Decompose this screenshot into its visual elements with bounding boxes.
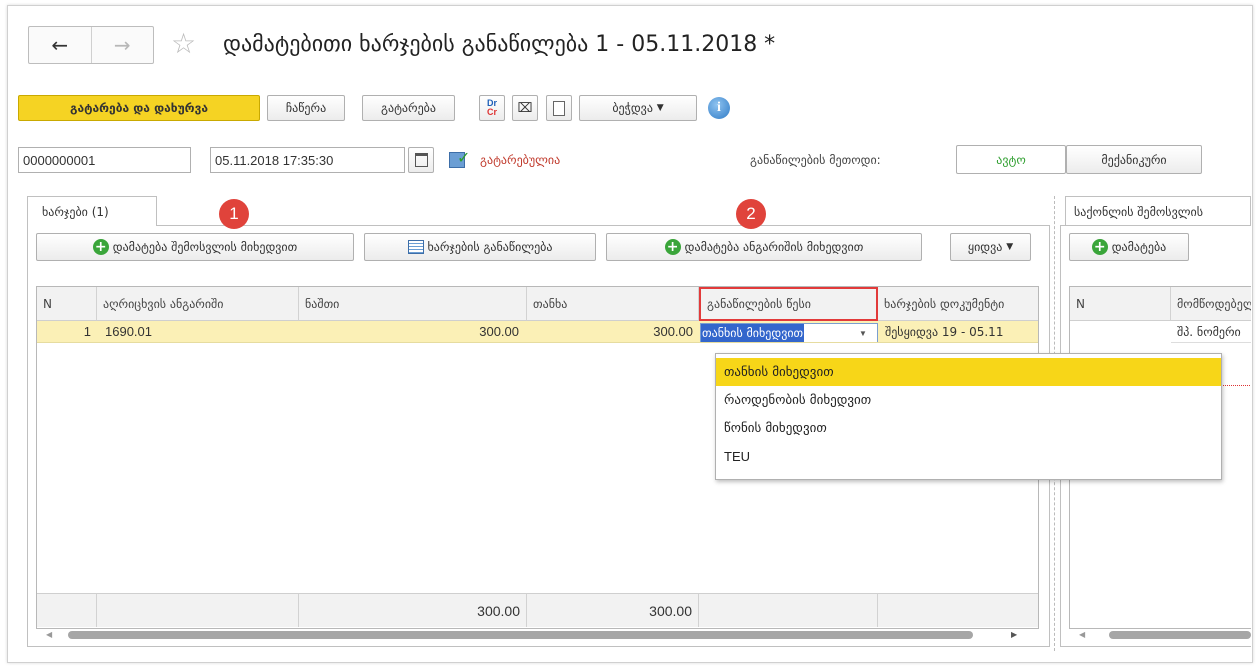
chevron-down-icon: ▼ (656, 103, 664, 113)
dropdown-option-by-amount[interactable]: თანხის მიხედვით (716, 358, 1221, 386)
row-cost-document: შესყიდვა 19 - 05.11 (885, 324, 1004, 339)
tab-costs[interactable]: ხარჯები (1) (27, 196, 157, 226)
print-label: ბეჭდვა (612, 101, 653, 115)
calendar-button[interactable] (408, 147, 434, 173)
date-field[interactable]: 05.11.2018 17:35:30 (210, 147, 405, 173)
footer-cell (97, 593, 299, 627)
distribution-rule-dropdown[interactable]: თანხის მიხედვით რაოდენობის მიხედვით წონი… (715, 353, 1222, 480)
scroll-right-icon[interactable]: ▶ (1011, 630, 1017, 639)
column-header-distribution-rule[interactable]: განაწილების წესი (699, 287, 878, 321)
calendar-icon (414, 153, 428, 167)
dropdown-option-teu[interactable]: TEU (716, 442, 1221, 470)
row-amount: 300.00 (653, 324, 693, 339)
scroll-left-icon[interactable]: ◀ (1079, 630, 1085, 639)
info-icon[interactable]: i (708, 97, 730, 119)
scrollbar-thumb[interactable] (68, 631, 973, 639)
right-row-supplier[interactable]: შპ. ნომერი (1171, 321, 1251, 343)
post-and-close-button[interactable]: გატარება და დახურვა (18, 95, 260, 121)
paperclip-icon: ⌧ (517, 100, 533, 116)
add-by-supplier-label: დამატება შემოსვლის მიხედვით (112, 240, 298, 254)
dropdown-arrow-icon[interactable]: ▼ (849, 323, 878, 342)
column-header-balance[interactable]: ნაშთი (299, 287, 527, 321)
distribute-costs-button[interactable]: ხარჯების განაწილება (364, 233, 596, 261)
write-button[interactable]: ჩაწერა (267, 95, 345, 121)
right-column-header-supplier[interactable]: მომწოდებელი (1171, 287, 1251, 321)
document-icon (553, 100, 565, 116)
add-by-report-button[interactable]: + დამატება ანგარიშის მიხედვით (606, 233, 922, 261)
red-dotted-line (1220, 385, 1251, 386)
footer-cell (699, 593, 878, 627)
more-menu-button[interactable]: ყიდვა ▼ (950, 233, 1031, 261)
row-balance: 300.00 (479, 324, 519, 339)
right-horizontal-scrollbar[interactable]: ◀ (1069, 627, 1251, 643)
date-value: 05.11.2018 17:35:30 (215, 152, 334, 168)
posted-check-icon: ✓ (449, 148, 471, 170)
dr-cr-button[interactable]: Dr Cr (479, 95, 505, 121)
column-header-n[interactable]: N (37, 287, 97, 321)
add-icon: + (664, 239, 681, 255)
scrollbar-thumb[interactable] (1109, 631, 1251, 639)
method-auto-button[interactable]: ავტო (956, 145, 1066, 174)
scroll-left-icon[interactable]: ◀ (46, 630, 52, 639)
dropdown-option-by-quantity[interactable]: რაოდენობის მიხედვით (716, 386, 1221, 414)
callout-badge-2: 2 (736, 199, 766, 229)
row-n: 1 (83, 324, 91, 339)
footer-cell (878, 593, 1038, 627)
horizontal-scrollbar[interactable]: ◀ ▶ (36, 627, 1039, 643)
column-header-cost-document[interactable]: ხარჯების დოკუმენტი (878, 287, 1038, 321)
column-header-account[interactable]: აღრიცხვის ანგარიში (97, 287, 299, 321)
footer-cell (37, 593, 97, 627)
favorite-star-icon[interactable]: ☆ (171, 30, 196, 58)
attachment-button[interactable]: ⌧ (512, 95, 538, 121)
add-icon: + (92, 239, 109, 255)
post-button[interactable]: გატარება (362, 95, 455, 121)
dr-cr-icon: Dr Cr (486, 98, 497, 117)
column-header-amount[interactable]: თანხა (527, 287, 699, 321)
document-button[interactable] (546, 95, 572, 121)
distribution-rule-input[interactable]: თანხის მიხედვით (700, 323, 850, 342)
add-by-supplier-button[interactable]: + დამატება შემოსვლის მიხედვით (36, 233, 354, 261)
print-menu-button[interactable]: ბეჭდვა ▼ (579, 95, 697, 121)
chevron-down-icon: ▼ (1006, 242, 1014, 252)
add-icon: + (1091, 239, 1108, 255)
forward-arrow-icon[interactable]: → (90, 27, 154, 63)
table-row[interactable]: 1 1690.01 300.00 300.00 თანხის მიხედვით … (37, 321, 1038, 343)
method-manual-button[interactable]: მექანიკური (1066, 145, 1202, 174)
right-column-header-n[interactable]: N (1070, 287, 1171, 321)
table-icon (407, 240, 424, 254)
document-window: ← → ☆ დამატებითი ხარჯების განაწილება 1 -… (7, 5, 1253, 663)
footer-total-amount: 300.00 (527, 593, 699, 627)
tab-goods-receipt[interactable]: საქონლის შემოსვლის (1065, 196, 1251, 226)
page-title: დამატებითი ხარჯების განაწილება 1 - 05.11… (223, 32, 776, 57)
right-add-button[interactable]: + დამატება (1069, 233, 1189, 261)
method-label: განაწილების მეთოდი: (750, 153, 881, 167)
footer-total-balance: 300.00 (299, 593, 527, 627)
callout-badge-1: 1 (219, 199, 249, 229)
distribution-rule-value: თანხის მიხედვით (701, 324, 805, 342)
nav-buttons: ← → (28, 26, 154, 64)
add-by-report-label: დამატება ანგარიშის მიხედვით (684, 240, 864, 254)
more-label: ყიდვა (967, 240, 1003, 254)
number-field[interactable]: 0000000001 (18, 147, 191, 173)
right-add-label: დამატება (1111, 240, 1167, 254)
status-text: გატარებულია (480, 153, 561, 167)
distribute-costs-label: ხარჯების განაწილება (427, 240, 553, 254)
dropdown-option-by-weight[interactable]: წონის მიხედვით (716, 414, 1221, 442)
back-arrow-icon[interactable]: ← (29, 27, 91, 63)
row-account: 1690.01 (105, 324, 152, 339)
